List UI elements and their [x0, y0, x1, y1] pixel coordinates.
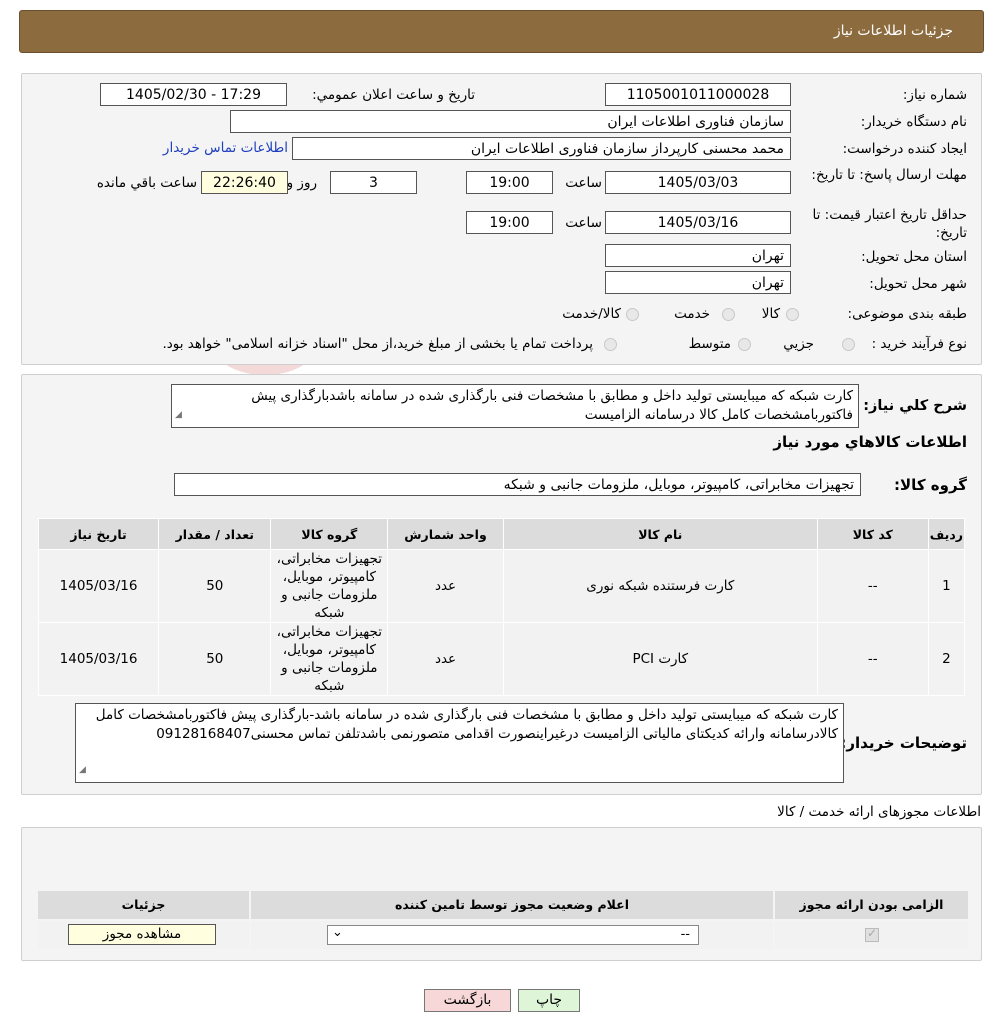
- permits-section-title: اطلاعات مجوزهای ارائه خدمت / کالا: [777, 804, 981, 820]
- process-option-medium: متوسط: [688, 336, 731, 352]
- remaining-label: ساعت باقي مانده: [96, 175, 197, 191]
- process-radio-medium[interactable]: [738, 338, 751, 351]
- permit-status-select[interactable]: -- ⌄: [327, 925, 699, 945]
- summary-textarea[interactable]: کارت شبکه که میبایستی تولید داخل و مطابق…: [171, 384, 859, 428]
- category-radio-both[interactable]: [626, 308, 639, 321]
- category-radio-service[interactable]: [722, 308, 735, 321]
- permit-status-value: --: [680, 927, 690, 942]
- deadline-date-field: 1405/03/03: [605, 171, 791, 194]
- col-qty: تعداد / مقدار: [158, 518, 272, 550]
- cell-code: --: [816, 622, 929, 696]
- days-label: روز و: [286, 175, 317, 191]
- validity-time-label: ساعت: [565, 215, 602, 231]
- cell-group: تجهیزات مخابراتی، کامپیوتر، موبایل، ملزو…: [270, 549, 389, 623]
- resize-grip-icon[interactable]: ◢: [175, 406, 182, 425]
- need-number-label: شماره نیاز:: [902, 87, 967, 103]
- process-radio-minor[interactable]: [842, 338, 855, 351]
- col-date: تاريخ نياز: [37, 518, 160, 550]
- buyer-notes-textarea[interactable]: کارت شبکه که میبایستی تولید داخل و مطابق…: [75, 703, 844, 783]
- permits-col-required: الزامی بودن ارائه مجوز: [775, 891, 968, 919]
- treasury-checkbox[interactable]: [604, 338, 617, 351]
- remaining-time-field: 22:26:40: [201, 171, 288, 194]
- col-row: رديف: [927, 518, 966, 550]
- process-option-minor: جزيي: [783, 336, 814, 352]
- permits-table: الزامی بودن ارائه مجوز اعلام وضعيت مجوز …: [38, 891, 968, 949]
- category-option-both: کالا/خدمت: [562, 306, 621, 322]
- category-radio-goods[interactable]: [786, 308, 799, 321]
- creator-label: ايجاد کننده درخواست:: [842, 141, 967, 157]
- days-field: 3: [330, 171, 417, 194]
- city-field: تهران: [605, 271, 791, 294]
- view-permit-button[interactable]: مشاهده مجوز: [68, 924, 216, 945]
- buyer-contact-link[interactable]: اطلاعات تماس خريدار: [163, 140, 288, 156]
- creator-field: محمد محسنی کارپرداز سازمان فناوری اطلاعا…: [292, 137, 791, 160]
- page-header: جزئيات اطلاعات نياز: [19, 10, 984, 53]
- cell-row: 2: [927, 622, 966, 696]
- col-name: نام کالا: [502, 518, 818, 550]
- resize-grip-icon[interactable]: ◢: [79, 761, 86, 780]
- cell-code: --: [816, 549, 929, 623]
- process-label: نوع فرآيند خريد :: [871, 336, 967, 352]
- col-unit: واحد شمارش: [387, 518, 504, 550]
- back-button[interactable]: بازگشت: [424, 989, 511, 1012]
- summary-label: شرح کلي نياز:: [863, 398, 967, 414]
- category-label: طبقه بندی موضوعی:: [847, 306, 967, 322]
- col-group: گروه کالا: [270, 518, 389, 550]
- deadline-time-label: ساعت: [565, 175, 602, 191]
- announce-field: 1405/02/30 - 17:29: [100, 83, 287, 106]
- validity-label: حداقل تاريخ اعتبار قيمت: تا تاريخ:: [812, 207, 967, 241]
- chevron-down-icon: ⌄: [332, 925, 343, 940]
- cell-row: 1: [927, 549, 966, 623]
- province-label: استان محل تحويل:: [861, 249, 967, 265]
- category-option-service: خدمت: [674, 306, 710, 322]
- validity-date-field: 1405/03/16: [605, 211, 791, 234]
- need-number-field: 1105001011000028: [605, 83, 791, 106]
- validity-time-field: 19:00: [466, 211, 553, 234]
- goods-table-header: رديف کد کالا نام کالا واحد شمارش گروه کا…: [37, 518, 966, 550]
- cell-date: 1405/03/16: [37, 622, 160, 696]
- province-field: تهران: [605, 244, 791, 267]
- cell-unit: عدد: [387, 549, 504, 623]
- permits-col-details: جزئيات: [38, 891, 249, 919]
- table-row[interactable]: 1 -- کارت فرستنده شبکه نوری عدد تجهیزات …: [37, 549, 966, 623]
- cell-qty: 50: [158, 622, 272, 696]
- print-button[interactable]: چاپ: [518, 989, 580, 1012]
- summary-text: کارت شبکه که میبایستی تولید داخل و مطابق…: [251, 388, 853, 423]
- cell-name: کارت PCI: [502, 622, 818, 696]
- buyer-field: سازمان فناوری اطلاعات ایران: [230, 110, 791, 133]
- cell-date: 1405/03/16: [37, 549, 160, 623]
- page-title: جزئيات اطلاعات نياز: [833, 23, 953, 39]
- buyer-label: نام دستگاه خريدار:: [860, 114, 967, 130]
- cell-name: کارت فرستنده شبکه نوری: [502, 549, 818, 623]
- table-row[interactable]: 2 -- کارت PCI عدد تجهیزات مخابراتی، کامپ…: [37, 622, 966, 696]
- col-code: کد کالا: [816, 518, 929, 550]
- goods-section-title: اطلاعات کالاهاي مورد نياز: [773, 433, 967, 451]
- permits-cell-required: [775, 921, 968, 949]
- buyer-notes-label: توضيحات خريدار:: [840, 734, 967, 752]
- cell-qty: 50: [158, 549, 272, 623]
- goods-group-label: گروه کالا:: [894, 476, 967, 494]
- announce-label: تاريخ و ساعت اعلان عمومي:: [312, 87, 475, 103]
- cell-unit: عدد: [387, 622, 504, 696]
- city-label: شهر محل تحويل:: [869, 276, 967, 292]
- goods-table: رديف کد کالا نام کالا واحد شمارش گروه کا…: [37, 518, 966, 696]
- permits-cell-details: مشاهده مجوز: [38, 921, 249, 949]
- required-checkbox: [865, 926, 879, 942]
- category-option-goods: کالا: [761, 306, 780, 322]
- permits-cell-status: -- ⌄: [251, 921, 773, 949]
- buyer-notes-text: کارت شبکه که میبایستی تولید داخل و مطابق…: [95, 707, 838, 742]
- permits-col-status: اعلام وضعيت مجوز توسط تامين کننده: [251, 891, 773, 919]
- deadline-label: مهلت ارسال پاسخ: تا تاريخ:: [811, 167, 967, 183]
- goods-group-field: تجهیزات مخابراتی، کامپیوتر، موبایل، ملزو…: [174, 473, 861, 496]
- cell-group: تجهیزات مخابراتی، کامپیوتر، موبایل، ملزو…: [270, 622, 389, 696]
- process-note: پرداخت تمام يا بخشی از مبلغ خريد،از محل …: [162, 336, 593, 352]
- deadline-time-field: 19:00: [466, 171, 553, 194]
